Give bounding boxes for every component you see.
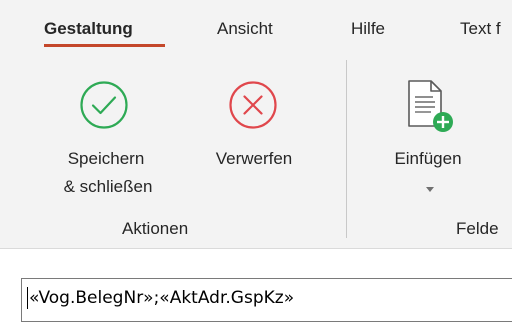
insert-label: Einfügen xyxy=(394,149,462,168)
tab-ansicht[interactable]: Ansicht xyxy=(217,19,273,39)
save-label-line2: & schließen xyxy=(63,177,153,196)
group-separator xyxy=(346,60,347,238)
group-label-felder: Felde xyxy=(456,219,499,238)
ribbon: Gestaltung Ansicht Hilfe Text f Speicher… xyxy=(0,0,512,249)
tab-text[interactable]: Text f xyxy=(460,19,501,39)
chevron-down-icon[interactable] xyxy=(426,187,434,192)
discard-label: Verwerfen xyxy=(215,149,293,168)
tab-hilfe[interactable]: Hilfe xyxy=(351,19,385,39)
group-label-aktionen: Aktionen xyxy=(122,219,189,238)
check-circle-icon xyxy=(80,81,128,129)
insert-document-icon xyxy=(408,80,453,132)
text-cursor xyxy=(27,287,28,309)
save-label-line1: Speichern xyxy=(67,149,145,168)
editor-content: «Vog.BelegNr»;«AktAdr.GspKz» xyxy=(29,288,295,308)
template-editor-field[interactable]: «Vog.BelegNr»;«AktAdr.GspKz» xyxy=(21,278,512,322)
tab-gestaltung[interactable]: Gestaltung xyxy=(44,19,133,39)
x-circle-icon xyxy=(229,81,277,129)
active-tab-indicator xyxy=(44,44,165,47)
